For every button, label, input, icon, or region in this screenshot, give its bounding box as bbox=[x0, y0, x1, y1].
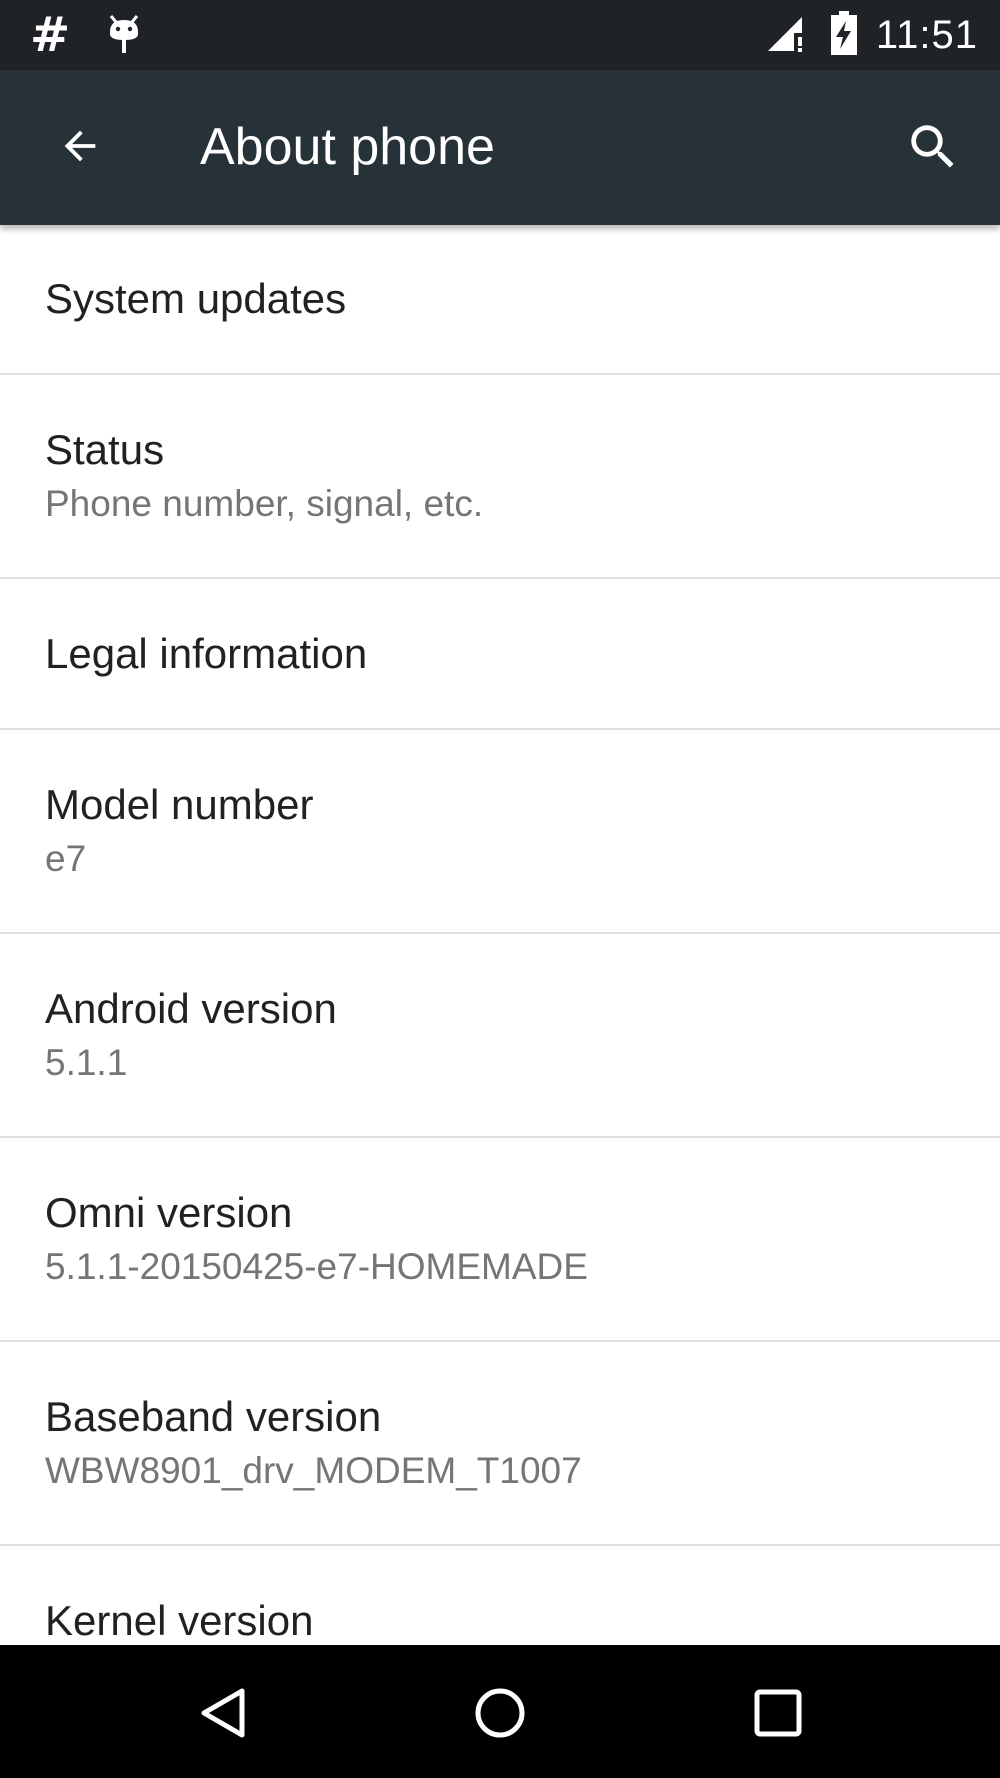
navigate-up-button[interactable] bbox=[48, 114, 112, 178]
recents-square-icon bbox=[754, 1689, 802, 1737]
baseband-version-item: Baseband version WBW8901_drv_MODEM_T1007 bbox=[0, 1342, 1000, 1546]
omni-version-item[interactable]: Omni version 5.1.1-20150425-e7-HOMEMADE bbox=[0, 1138, 1000, 1342]
back-triangle-icon bbox=[201, 1688, 245, 1738]
item-title: Kernel version bbox=[45, 1597, 314, 1644]
item-summary: e7 bbox=[45, 838, 87, 879]
item-summary: Phone number, signal, etc. bbox=[45, 483, 484, 524]
item-title: Baseband version bbox=[45, 1393, 382, 1440]
status-bar: # 11:51 bbox=[0, 0, 1000, 70]
item-title: Status bbox=[45, 426, 165, 473]
nav-home-button[interactable] bbox=[460, 1673, 540, 1753]
hash-icon: # bbox=[30, 7, 71, 63]
search-button[interactable] bbox=[902, 116, 964, 178]
item-title: Model number bbox=[45, 781, 314, 828]
system-updates-item[interactable]: System updates bbox=[0, 225, 1000, 375]
item-summary: 5.1.1-20150425-e7-HOMEMADE bbox=[45, 1246, 588, 1287]
arrow-back-icon bbox=[64, 130, 96, 162]
android-version-item[interactable]: Android version 5.1.1 bbox=[0, 934, 1000, 1138]
item-title: Omni version bbox=[45, 1189, 293, 1236]
kernel-version-item: Kernel version bbox=[0, 1546, 1000, 1645]
battery-charging-icon bbox=[830, 10, 858, 60]
item-title: Legal information bbox=[45, 630, 368, 677]
nav-recents-button[interactable] bbox=[738, 1673, 818, 1753]
navigation-bar bbox=[0, 1645, 1000, 1778]
status-right-icons: 11:51 bbox=[766, 0, 978, 70]
model-number-item: Model number e7 bbox=[0, 730, 1000, 934]
item-summary: 5.1.1 bbox=[45, 1042, 128, 1083]
settings-list: System updates Status Phone number, sign… bbox=[0, 225, 1000, 1645]
legal-information-item[interactable]: Legal information bbox=[0, 579, 1000, 730]
nav-back-button[interactable] bbox=[183, 1673, 263, 1753]
app-bar: About phone bbox=[0, 70, 1000, 225]
status-left-icons: # bbox=[30, 8, 140, 62]
search-icon bbox=[911, 125, 954, 168]
signal-icon bbox=[766, 13, 808, 58]
status-item[interactable]: Status Phone number, signal, etc. bbox=[0, 375, 1000, 579]
item-title: Android version bbox=[45, 985, 337, 1032]
page-title: About phone bbox=[200, 118, 495, 176]
android-debug-icon bbox=[108, 12, 140, 59]
home-circle-icon bbox=[475, 1688, 525, 1738]
item-summary: WBW8901_drv_MODEM_T1007 bbox=[45, 1450, 582, 1491]
item-title: System updates bbox=[45, 275, 347, 322]
clock: 11:51 bbox=[875, 12, 978, 57]
